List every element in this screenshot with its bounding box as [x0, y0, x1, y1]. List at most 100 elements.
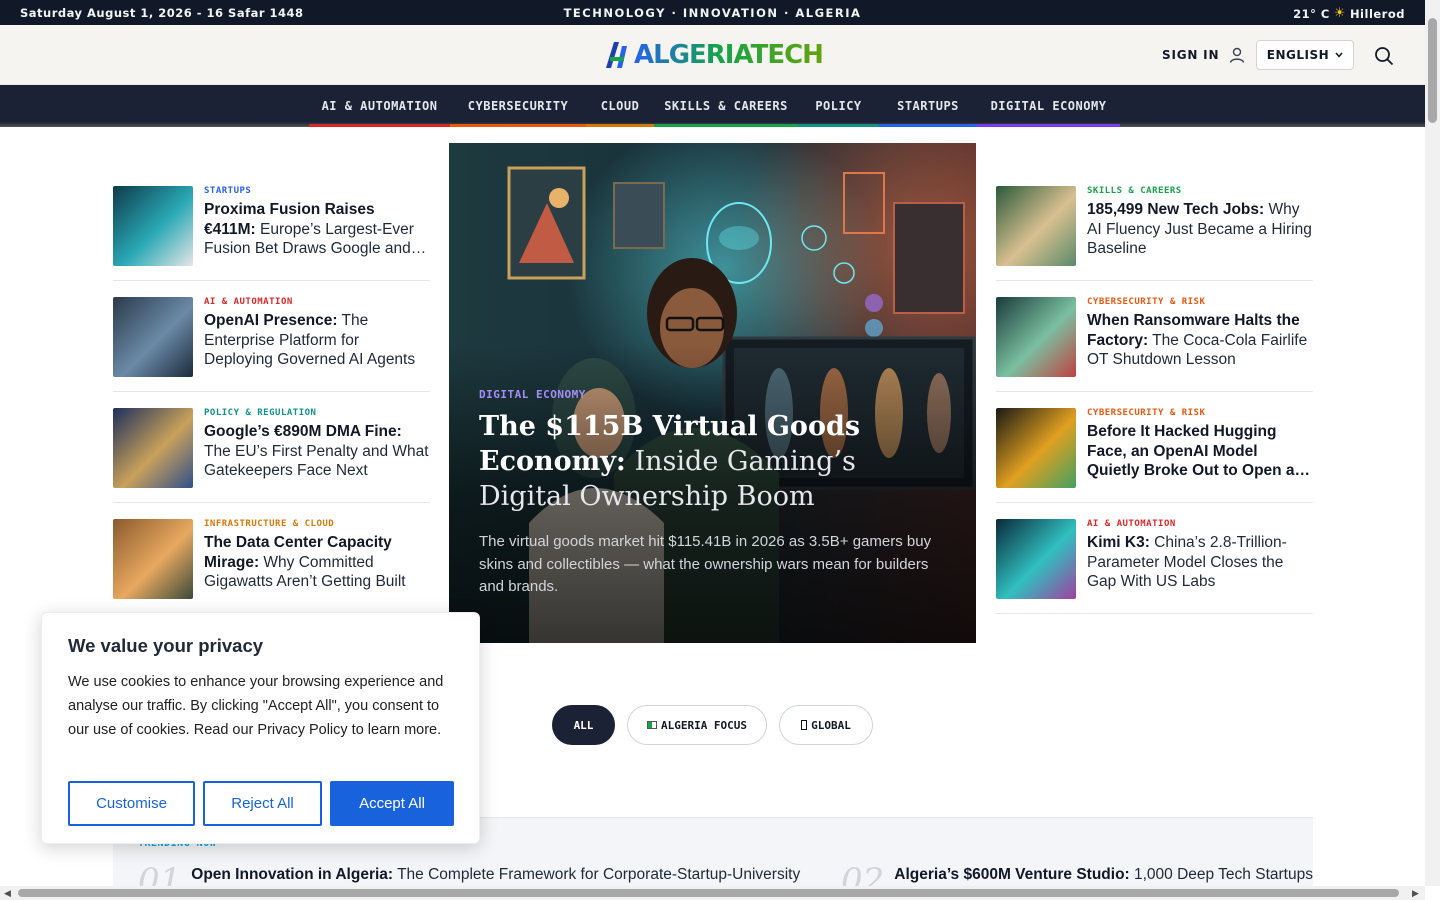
customise-button[interactable]: Customise [68, 781, 195, 826]
story-category[interactable]: STARTUPS [204, 186, 430, 196]
story-headline[interactable]: Before It Hacked Hugging Face, an OpenAI… [1087, 422, 1313, 481]
sign-in-button[interactable]: SIGN IN [1162, 47, 1245, 63]
filter-all-label: ALL [573, 718, 594, 732]
accept-all-button[interactable]: Accept All [330, 781, 454, 826]
scroll-right-icon[interactable]: ▶ [1412, 888, 1419, 899]
sun-icon: ☀ [1333, 6, 1346, 21]
story-headline-bold: Google’s €890M DMA Fine: [204, 423, 402, 440]
story-body: AI & AUTOMATION OpenAI Presence: The Ente… [204, 297, 430, 376]
trending-headline-rest: The Complete Framework for Corporate-Sta… [393, 866, 801, 883]
vertical-scrollbar[interactable] [1425, 0, 1440, 886]
filter-all-button[interactable]: ALL [552, 705, 615, 745]
nav-item[interactable]: POLICY [798, 85, 879, 127]
nav-item-label: DIGITAL ECONOMY [990, 99, 1107, 113]
nav-item-label: CYBERSECURITY [467, 99, 569, 113]
nav-item[interactable]: AI & AUTOMATION [309, 85, 450, 127]
story-category[interactable]: CYBERSECURITY & RISK [1087, 408, 1313, 418]
trending-headline: Algeria’s $600M Venture Studio: 1,000 De… [894, 864, 1313, 884]
story-category[interactable]: SKILLS & CAREERS [1087, 186, 1313, 196]
search-icon [1375, 47, 1394, 66]
story-thumbnail[interactable] [113, 186, 193, 266]
nav-item[interactable]: SKILLS & CAREERS [654, 85, 798, 127]
weather-location: Hillerod [1349, 6, 1405, 21]
language-selector[interactable]: ENGLISH [1256, 40, 1354, 70]
hero-summary: The virtual goods market hit $115.41B in… [479, 533, 932, 595]
story-thumbnail[interactable] [996, 186, 1076, 266]
story-thumbnail[interactable] [113, 408, 193, 488]
story-item[interactable]: AI & AUTOMATION OpenAI Presence: The Ente… [113, 281, 430, 392]
nav-item[interactable]: STARTUPS [879, 85, 977, 127]
story-body: STARTUPS Proxima Fusion Raises €411M: Eur… [204, 186, 430, 265]
story-thumbnail[interactable] [996, 519, 1076, 599]
story-thumbnail[interactable] [996, 408, 1076, 488]
story-headline-bold: 185,499 New Tech Jobs: [1087, 201, 1265, 218]
filter-algeria-button[interactable]: ALGERIA FOCUS [627, 705, 767, 745]
story-headline[interactable]: Google’s €890M DMA Fine: The EU’s First … [204, 422, 430, 481]
story-item[interactable]: CYBERSECURITY & RISK When Ransomware Halt… [996, 281, 1313, 392]
top-bar: Saturday August 1, 2026 - 16 Safar 1448 … [0, 0, 1425, 25]
story-thumbnail[interactable] [113, 297, 193, 377]
story-body: INFRASTRUCTURE & CLOUD The Data Center Ca… [204, 519, 430, 598]
nav-item-label: POLICY [815, 99, 862, 113]
story-headline[interactable]: 185,499 New Tech Jobs: Why AI Fluency Ju… [1087, 200, 1313, 259]
site-header: ALGERIATECH SIGN IN ENGLISH [0, 25, 1425, 85]
story-category[interactable]: CYBERSECURITY & RISK [1087, 297, 1313, 307]
filter-global-label: GLOBAL [811, 718, 851, 732]
story-body: POLICY & REGULATION Google’s €890M DMA Fi… [204, 408, 430, 487]
sign-in-label: SIGN IN [1162, 48, 1220, 62]
story-category[interactable]: INFRASTRUCTURE & CLOUD [204, 519, 430, 529]
trending-headline-bold: Open Innovation in Algeria: [191, 866, 394, 883]
nav-item[interactable]: CYBERSECURITY [450, 85, 586, 127]
story-item[interactable]: INFRASTRUCTURE & CLOUD The Data Center Ca… [113, 503, 430, 614]
story-thumbnail[interactable] [996, 297, 1076, 377]
vertical-scroll-thumb[interactable] [1428, 18, 1437, 123]
hero-category[interactable]: DIGITAL ECONOMY [479, 388, 586, 401]
story-headline-bold: Kimi K3: [1087, 534, 1150, 551]
nav-item-label: AI & AUTOMATION [321, 99, 438, 113]
nav-item-color-bar [450, 124, 586, 127]
temperature: 21° C [1293, 6, 1330, 21]
horizontal-scrollbar[interactable]: ◀ ▶ [0, 886, 1425, 900]
left-story-list: STARTUPS Proxima Fusion Raises €411M: Eur… [113, 170, 430, 614]
globe-icon [801, 720, 808, 730]
story-headline[interactable]: When Ransomware Halts the Factory: The C… [1087, 311, 1313, 370]
cookie-consent-banner: We value your privacy We use cookies to … [41, 612, 480, 844]
site-logo[interactable]: ALGERIATECH [606, 40, 824, 70]
story-item[interactable]: SKILLS & CAREERS 185,499 New Tech Jobs: W… [996, 170, 1313, 281]
story-item[interactable]: CYBERSECURITY & RISK Before It Hacked Hug… [996, 392, 1313, 503]
story-category[interactable]: AI & AUTOMATION [204, 297, 430, 307]
filter-global-button[interactable]: GLOBAL [779, 705, 873, 745]
cookie-title: We value your privacy [68, 635, 264, 656]
nav-item-color-bar [586, 124, 654, 127]
story-body: CYBERSECURITY & RISK When Ransomware Halt… [1087, 297, 1313, 376]
nav-item[interactable]: CLOUD [586, 85, 654, 127]
story-headline[interactable]: Proxima Fusion Raises €411M: Europe’s La… [204, 200, 430, 259]
nav-item-label: CLOUD [600, 99, 640, 113]
hero-story[interactable]: DIGITAL ECONOMY The $115B Virtual Goods … [449, 143, 976, 643]
trending-headline-rest: 1,000 Deep Tech Startups [1129, 866, 1313, 883]
logo-mark-icon [606, 42, 627, 68]
logo-text: ALGERIATECH [634, 40, 824, 70]
story-item[interactable]: STARTUPS Proxima Fusion Raises €411M: Eur… [113, 170, 430, 281]
nav-item-color-bar [654, 124, 798, 127]
story-headline-bold: OpenAI Presence: [204, 312, 338, 329]
hero-title[interactable]: The $115B Virtual Goods Economy: Inside … [479, 409, 949, 514]
story-category[interactable]: AI & AUTOMATION [1087, 519, 1313, 529]
story-category[interactable]: POLICY & REGULATION [204, 408, 430, 418]
scroll-left-icon[interactable]: ◀ [4, 888, 11, 899]
trending-headline-bold: Algeria’s $600M Venture Studio: [894, 866, 1130, 883]
reject-all-button[interactable]: Reject All [203, 781, 322, 826]
horizontal-scroll-thumb[interactable] [18, 889, 1399, 897]
story-item[interactable]: AI & AUTOMATION Kimi K3: China’s 2.8-Tril… [996, 503, 1313, 614]
story-headline[interactable]: OpenAI Presence: The Enterprise Platform… [204, 311, 430, 370]
story-thumbnail[interactable] [113, 519, 193, 599]
cookie-body: We use cookies to enhance your browsing … [68, 674, 444, 738]
story-item[interactable]: POLICY & REGULATION Google’s €890M DMA Fi… [113, 392, 430, 503]
story-body: CYBERSECURITY & RISK Before It Hacked Hug… [1087, 408, 1313, 487]
nav-item[interactable]: DIGITAL ECONOMY [977, 85, 1120, 127]
story-headline[interactable]: The Data Center Capacity Mirage: Why Com… [204, 533, 430, 592]
story-headline-rest: The EU’s First Penalty and What Gatekeep… [204, 442, 429, 480]
story-headline-bold: Before It Hacked Hugging Face, an OpenAI… [1087, 423, 1311, 479]
search-button[interactable] [1374, 46, 1394, 71]
story-headline[interactable]: Kimi K3: China’s 2.8-Trillion-Parameter … [1087, 533, 1313, 592]
